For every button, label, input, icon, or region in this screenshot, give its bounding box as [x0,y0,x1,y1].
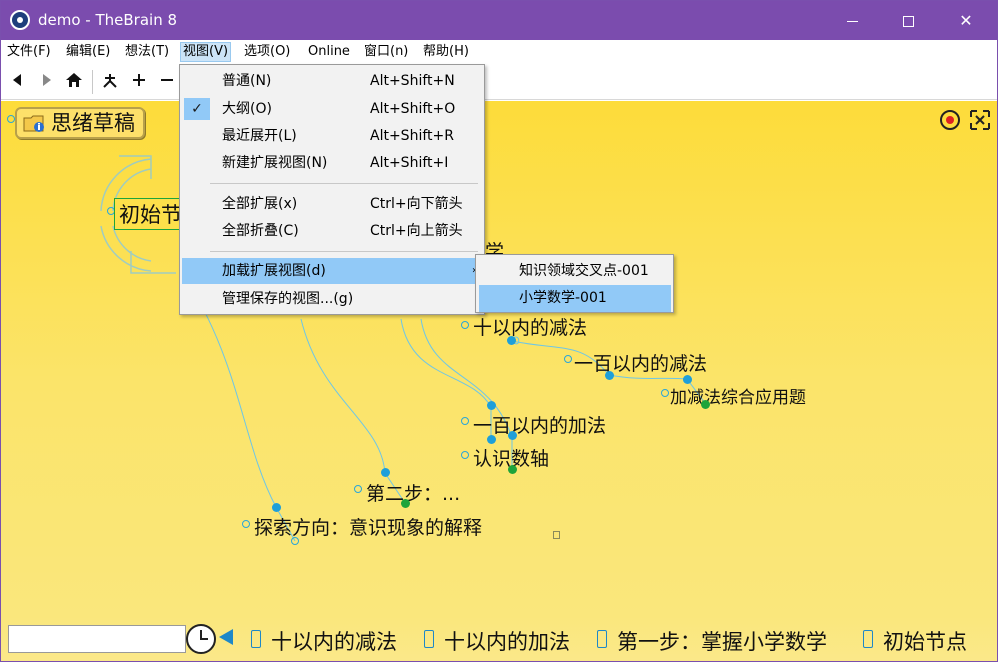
home-button[interactable] [64,72,84,92]
close-icon: ✕ [959,11,973,30]
minimize-button[interactable] [829,1,875,40]
menu-help[interactable]: 帮助(H) [421,42,471,62]
layout-icon [103,74,117,88]
thought-sub-within-10[interactable]: 十以内的减法 [473,313,587,340]
menu-online[interactable]: Online [306,42,352,62]
pinned-thought[interactable]: 思绪草稿 [15,107,145,139]
history-item[interactable]: 第一步：掌握小学数学 [617,626,827,656]
thought-gate[interactable] [242,520,250,528]
child-dot[interactable] [487,435,496,444]
view-menu-dropdown: 普通(N) Alt+Shift+N ✓ 大纲(O) Alt+Shift+O 最近… [179,64,485,315]
history-item[interactable]: 十以内的加法 [444,626,570,656]
view-menu-item-outline[interactable]: 大纲(O) Alt+Shift+O [182,96,482,122]
submenu-item-primary-math[interactable]: 小学数学-001 [479,285,671,312]
thought-links [100,155,706,542]
target-icon[interactable] [939,109,961,131]
folder-info-icon [23,115,44,132]
menu-divider [210,251,478,252]
child-dot[interactable] [508,431,517,440]
history-item[interactable]: 十以内的减法 [271,626,397,656]
menu-view[interactable]: 视图(V) [180,42,232,62]
toolbar [1,64,997,100]
forward-button[interactable] [37,72,57,92]
history-item[interactable]: 初始节点 [883,626,967,656]
menu-options[interactable]: 选项(O) [242,42,292,62]
thought-gate[interactable] [461,417,469,425]
view-menu-item-new-expanded[interactable]: 新建扩展视图(N) Alt+Shift+I [182,150,482,176]
home-icon [66,73,82,87]
menu-edit[interactable]: 编辑(E) [64,42,112,62]
remove-icon [161,79,173,81]
app-window: demo - TheBrain 8 ✕ 文件(F) 编辑(E) 想法(T) 视图… [0,0,998,662]
load-expanded-submenu: 知识领域交叉点-001 小学数学-001 [475,254,674,313]
window-title: demo - TheBrain 8 [38,11,178,29]
view-menu-item-load-expanded[interactable]: 加载扩展视图(d) › [182,258,482,284]
thought-sub-within-100[interactable]: 一百以内的减法 [574,349,707,376]
child-dot[interactable] [507,336,516,345]
thought-marker-icon [863,630,873,648]
layout-button[interactable] [100,72,120,92]
child-dot[interactable] [272,503,281,512]
jump-dot[interactable] [508,465,517,474]
thebrain-logo-icon[interactable] [10,10,30,30]
add-icon [133,74,145,86]
back-icon [13,74,21,86]
view-menu-item-normal[interactable]: 普通(N) Alt+Shift+N [182,68,482,94]
search-input[interactable] [8,625,186,653]
title-bar: demo - TheBrain 8 ✕ [1,1,997,40]
jump-dot[interactable] [701,400,710,409]
submenu-item-knowledge-cross[interactable]: 知识领域交叉点-001 [479,258,671,285]
menu-window[interactable]: 窗口(n) [362,42,410,62]
menu-thought[interactable]: 想法(T) [123,42,171,62]
pin-gate[interactable] [7,115,15,123]
thought-add-within-100[interactable]: 一百以内的加法 [473,411,606,438]
menu-file[interactable]: 文件(F) [5,42,53,62]
history-bar: 十以内的减法 十以内的加法 第一步：掌握小学数学 初始节点 [1,616,997,661]
menu-divider [210,183,478,184]
view-menu-item-manage-saved[interactable]: 管理保存的视图...(g) [182,286,482,312]
add-button[interactable] [129,72,149,92]
close-button[interactable]: ✕ [943,1,989,40]
menu-bar: 文件(F) 编辑(E) 想法(T) 视图(V) 选项(O) Online 窗口(… [1,40,997,64]
history-back-icon[interactable] [219,629,233,645]
expand-view-icon[interactable] [969,109,991,131]
thought-gate[interactable] [661,389,669,397]
back-button[interactable] [7,72,27,92]
minimize-icon [846,21,858,22]
thought-gate[interactable] [354,485,362,493]
thought-gate[interactable] [461,451,469,459]
view-menu-item-recent[interactable]: 最近展开(L) Alt+Shift+R [182,123,482,149]
child-dot[interactable] [487,401,496,410]
thought-marker-icon [424,630,434,648]
child-dot[interactable] [381,468,390,477]
thought-step-two[interactable]: 第二步：... [366,479,460,506]
view-menu-item-expand-all[interactable]: 全部扩展(x) Ctrl+向下箭头 [182,191,482,217]
thought-marker-icon [597,630,607,648]
brain-plex-canvas[interactable]: 思绪草稿 初始节 学 十以内的减法 一百以内的减法 加减法综合应用题 一百以内的… [1,101,997,616]
maximize-button[interactable] [885,1,931,40]
thought-gate[interactable] [461,321,469,329]
toolbar-divider [92,70,93,94]
jump-dot[interactable] [401,499,410,508]
clock-icon[interactable] [186,624,216,654]
note-marker-icon [553,531,560,539]
thought-explore[interactable]: 探索方向：意识现象的解释 [254,513,482,540]
maximize-icon [902,16,914,27]
thought-gate[interactable] [291,537,299,545]
child-dot[interactable] [605,371,614,380]
view-menu-item-collapse-all[interactable]: 全部折叠(C) Ctrl+向上箭头 [182,218,482,244]
remove-button[interactable] [157,72,177,92]
forward-icon [43,74,51,86]
thought-mixed-problems[interactable]: 加减法综合应用题 [670,383,806,408]
thought-gate[interactable] [564,355,572,363]
pinned-thought-label: 思绪草稿 [51,111,135,135]
root-thought[interactable]: 初始节 [114,198,187,230]
thought-marker-icon [251,630,261,648]
